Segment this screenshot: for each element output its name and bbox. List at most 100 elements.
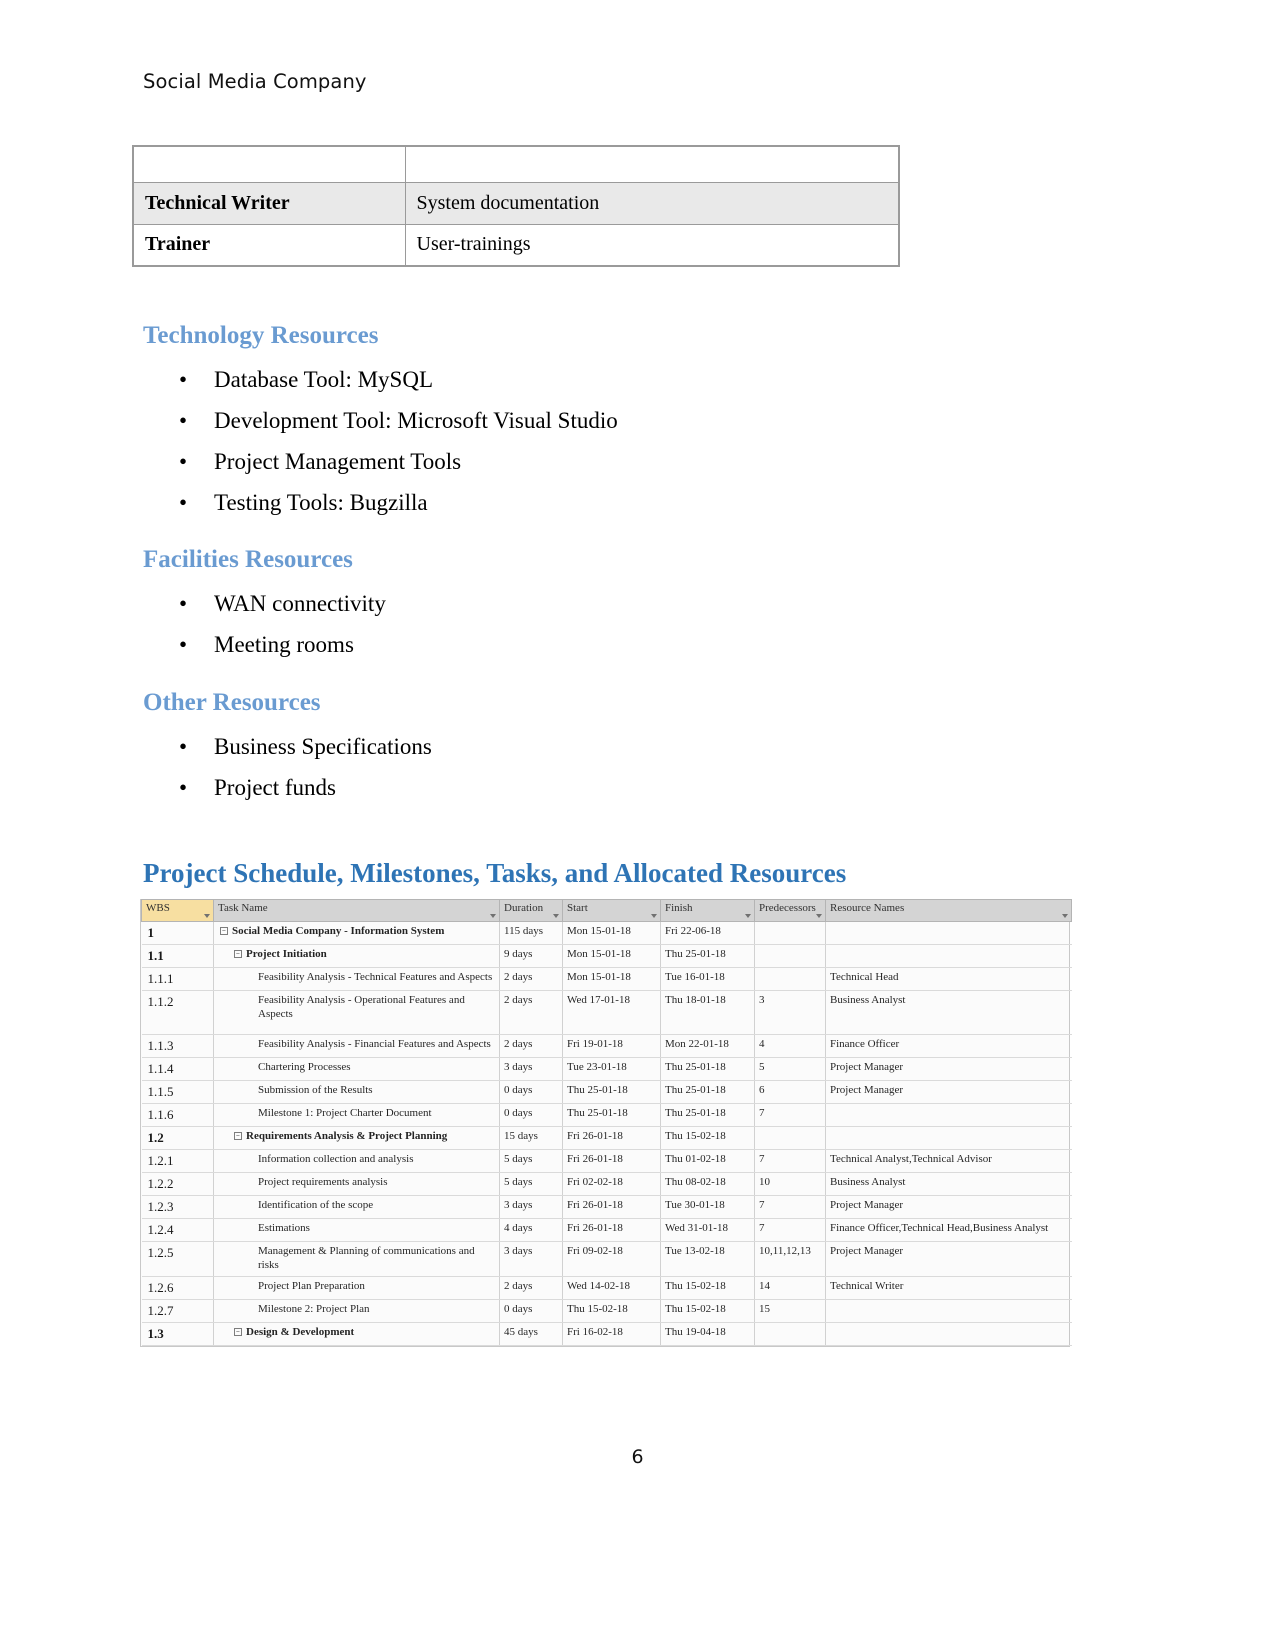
column-header-start[interactable]: Start xyxy=(562,899,661,922)
cell-wbs: 1.1.6 xyxy=(141,1103,214,1127)
cell-predecessors: 7 xyxy=(754,1149,826,1173)
cell-resource-names: Project Manager xyxy=(825,1195,1072,1219)
filter-arrow-icon[interactable] xyxy=(816,914,822,918)
table-row[interactable]: 1.1.1 Feasibility Analysis - Technical Fe… xyxy=(141,967,1072,991)
table-row[interactable]: 1.1.3 Feasibility Analysis - Financial Fe… xyxy=(141,1034,1072,1058)
cell-duration: 2 days xyxy=(499,1034,563,1058)
filter-arrow-icon[interactable] xyxy=(204,914,210,918)
page-title: Project Schedule, Milestones, Tasks, and… xyxy=(143,858,847,888)
cell-task-name: − Project Initiation xyxy=(213,944,500,968)
collapse-expander-icon[interactable]: − xyxy=(234,1132,242,1141)
cell-predecessors: 15 xyxy=(754,1299,826,1323)
column-header-wbs[interactable]: WBS xyxy=(141,899,214,922)
cell-predecessors xyxy=(754,944,826,968)
list-item-label: Meeting rooms xyxy=(214,632,354,657)
task-name-label: Chartering Processes xyxy=(258,1061,351,1073)
cell-finish: Mon 22-01-18 xyxy=(660,1034,755,1058)
cell-finish: Thu 15-02-18 xyxy=(660,1299,755,1323)
task-name-label: Feasibility Analysis - Operational Featu… xyxy=(258,994,465,1020)
cell-task-name: Feasibility Analysis - Financial Feature… xyxy=(213,1034,500,1058)
task-name-label: Management & Planning of communications … xyxy=(258,1245,475,1271)
cell-duration: 5 days xyxy=(499,1172,563,1196)
cell-task-name: Project Plan Preparation xyxy=(213,1276,500,1300)
column-header-finish[interactable]: Finish xyxy=(660,899,755,922)
table-row[interactable]: 1.2.3 Identification of the scope 3 days Fr… xyxy=(141,1195,1072,1219)
task-name-label: Feasibility Analysis - Technical Feature… xyxy=(258,971,493,983)
cell-duration: 2 days xyxy=(499,1276,563,1300)
technology-resources-list: • Database Tool: MySQL • Development Tool:… xyxy=(143,359,618,523)
cell-task-name: Management & Planning of communications … xyxy=(213,1241,500,1277)
filter-arrow-icon[interactable] xyxy=(490,914,496,918)
cell-resource-names: Project Manager xyxy=(825,1057,1072,1081)
collapse-expander-icon[interactable]: − xyxy=(220,927,228,936)
cell-resource-names: Technical Head xyxy=(825,967,1072,991)
cell-resource-names: Finance Officer xyxy=(825,1034,1072,1058)
filter-arrow-icon[interactable] xyxy=(553,914,559,918)
table-row[interactable]: 1.2.7 Milestone 2: Project Plan 0 days Thu … xyxy=(141,1299,1072,1323)
cell-duration: 5 days xyxy=(499,1149,563,1173)
cell-task-name: Project requirements analysis xyxy=(213,1172,500,1196)
list-item-label: Database Tool: MySQL xyxy=(214,367,433,392)
table-row xyxy=(132,145,900,183)
description-cell: System documentation xyxy=(404,181,900,225)
cell-wbs: 1.3 xyxy=(141,1322,214,1346)
cell-predecessors: 4 xyxy=(754,1034,826,1058)
collapse-expander-icon[interactable]: − xyxy=(234,950,242,959)
collapse-expander-icon[interactable]: − xyxy=(234,1327,242,1336)
cell-start: Fri 26-01-18 xyxy=(562,1126,661,1150)
column-header-label: Predecessors xyxy=(759,902,816,914)
cell-wbs: 1.1.5 xyxy=(141,1080,214,1104)
column-header-resource-names[interactable]: Resource Names xyxy=(825,899,1072,922)
table-row[interactable]: 1.1.5 Submission of the Results 0 days Thu … xyxy=(141,1080,1072,1104)
table-row[interactable]: 1.2− Requirements Analysis & Project Plan… xyxy=(141,1126,1072,1150)
column-header-label: Start xyxy=(567,902,588,914)
table-row[interactable]: 1.3− Design & Development 45 days Fri 16-02… xyxy=(141,1322,1072,1346)
list-item: • Project funds xyxy=(143,767,432,808)
cell-finish: Thu 15-02-18 xyxy=(660,1276,755,1300)
cell-resource-names: Business Analyst xyxy=(825,990,1072,1035)
cell-resource-names xyxy=(825,921,1072,945)
cell-start: Thu 25-01-18 xyxy=(562,1103,661,1127)
table-row[interactable]: 1.2.6 Project Plan Preparation 2 days Wed 1… xyxy=(141,1276,1072,1300)
cell-predecessors: 10 xyxy=(754,1172,826,1196)
filter-arrow-icon[interactable] xyxy=(745,914,751,918)
bullet-icon: • xyxy=(179,734,188,759)
cell-wbs: 1.2.3 xyxy=(141,1195,214,1219)
cell-wbs: 1.2.6 xyxy=(141,1276,214,1300)
cell-duration: 2 days xyxy=(499,990,563,1035)
cell-finish: Fri 22-06-18 xyxy=(660,921,755,945)
table-row[interactable]: 1− Social Media Company - Information Sys… xyxy=(141,921,1072,945)
role-cell: Trainer xyxy=(132,223,406,267)
table-row[interactable]: 1.1.6 Milestone 1: Project Charter Docume… xyxy=(141,1103,1072,1127)
cell-start: Fri 02-02-18 xyxy=(562,1172,661,1196)
table-row[interactable]: 1.1.2 Feasibility Analysis - Operational … xyxy=(141,990,1072,1035)
list-item: • Development Tool: Microsoft Visual Stud… xyxy=(143,400,618,441)
column-header-duration[interactable]: Duration xyxy=(499,899,563,922)
cell-predecessors: 6 xyxy=(754,1080,826,1104)
cell-wbs: 1.1.1 xyxy=(141,967,214,991)
column-header-label: Finish xyxy=(665,902,693,914)
table-row[interactable]: 1.1− Project Initiation 9 days Mon 15-01-18… xyxy=(141,944,1072,968)
filter-arrow-icon[interactable] xyxy=(651,914,657,918)
column-header-predecessors[interactable]: Predecessors xyxy=(754,899,826,922)
cell-finish: Tue 13-02-18 xyxy=(660,1241,755,1277)
cell-task-name: Feasibility Analysis - Technical Feature… xyxy=(213,967,500,991)
cell-resource-names: Technical Analyst,Technical Advisor xyxy=(825,1149,1072,1173)
table-row[interactable]: 1.2.1 Information collection and analysis… xyxy=(141,1149,1072,1173)
list-item-label: WAN connectivity xyxy=(214,591,386,616)
table-row[interactable]: 1.2.2 Project requirements analysis 5 days… xyxy=(141,1172,1072,1196)
column-header-label: WBS xyxy=(146,902,170,914)
table-row[interactable]: 1.1.4 Chartering Processes 3 days Tue 23-01… xyxy=(141,1057,1072,1081)
cell-finish: Tue 16-01-18 xyxy=(660,967,755,991)
table-row[interactable]: 1.2.4 Estimations 4 days Fri 26-01-18 Wed 31… xyxy=(141,1218,1072,1242)
list-item: • Business Specifications xyxy=(143,726,432,767)
cell-start: Wed 17-01-18 xyxy=(562,990,661,1035)
cell-task-name: Submission of the Results xyxy=(213,1080,500,1104)
column-header-task-name[interactable]: Task Name xyxy=(213,899,500,922)
document-page: Social Media Company Technical Writer Sy… xyxy=(0,0,1275,1650)
filter-arrow-icon[interactable] xyxy=(1062,914,1068,918)
table-row[interactable]: 1.2.5 Management & Planning of communicat… xyxy=(141,1241,1072,1277)
cell-finish: Thu 18-01-18 xyxy=(660,990,755,1035)
list-item-label: Project funds xyxy=(214,775,337,800)
cell-finish: Thu 15-02-18 xyxy=(660,1126,755,1150)
